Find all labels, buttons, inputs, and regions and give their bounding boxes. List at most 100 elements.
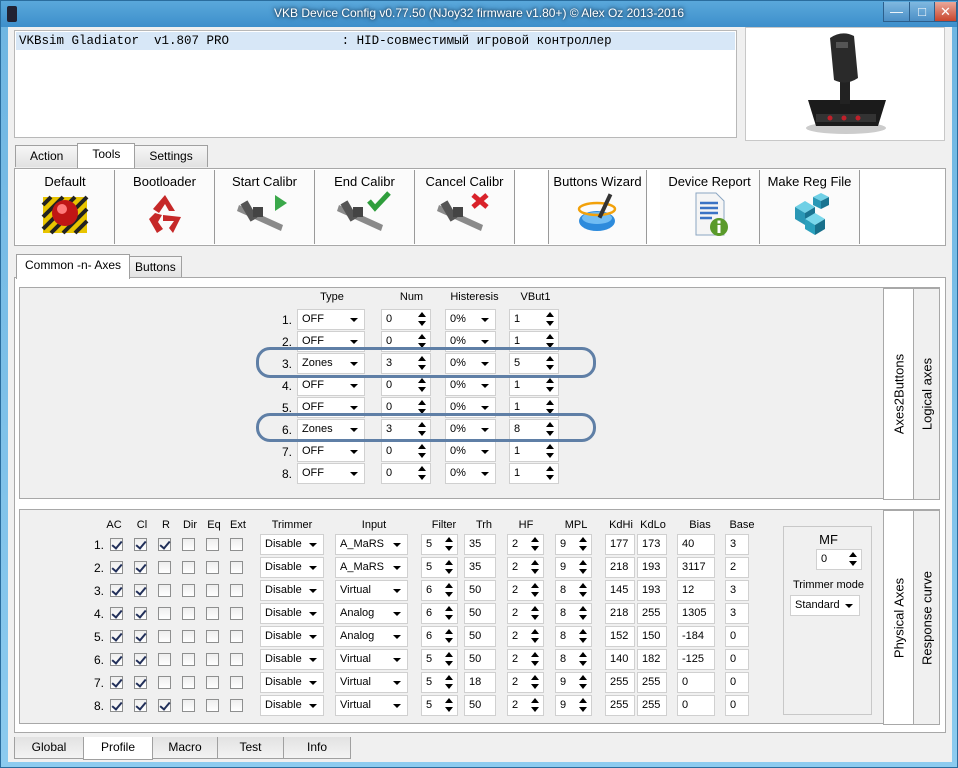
ext-checkbox[interactable]	[230, 676, 243, 689]
ac-checkbox[interactable]	[110, 676, 123, 689]
kdlo-field[interactable]: 193	[637, 580, 667, 601]
input-select[interactable]: A_MaRS	[335, 534, 408, 555]
cl-checkbox[interactable]	[134, 584, 147, 597]
mpl-spinner[interactable]: 9	[555, 695, 592, 716]
kdhi-field[interactable]: 177	[605, 534, 635, 555]
r-checkbox[interactable]	[158, 630, 171, 643]
vbut1-spinner[interactable]: 1	[509, 441, 559, 462]
hf-spinner[interactable]: 2	[507, 557, 544, 578]
num-spinner[interactable]: 0	[381, 309, 431, 330]
tab-settings[interactable]: Settings	[134, 145, 208, 167]
type-select[interactable]: OFF	[297, 463, 365, 484]
tab-tools[interactable]: Tools	[77, 143, 136, 168]
filter-spinner[interactable]: 5	[421, 534, 458, 555]
filter-spinner[interactable]: 5	[421, 649, 458, 670]
dir-checkbox[interactable]	[182, 607, 195, 620]
input-select[interactable]: Analog	[335, 603, 408, 624]
ext-checkbox[interactable]	[230, 630, 243, 643]
kdlo-field[interactable]: 182	[637, 649, 667, 670]
tab-logical-axes[interactable]: Logical axes	[913, 288, 940, 500]
ac-checkbox[interactable]	[110, 538, 123, 551]
kdlo-field[interactable]: 150	[637, 626, 667, 647]
tab-test[interactable]: Test	[217, 737, 284, 759]
maximize-button[interactable]: □	[909, 2, 935, 22]
ext-checkbox[interactable]	[230, 699, 243, 712]
filter-spinner[interactable]: 5	[421, 695, 458, 716]
input-select[interactable]: Analog	[335, 626, 408, 647]
cl-checkbox[interactable]	[134, 561, 147, 574]
tab-profile[interactable]: Profile	[83, 737, 153, 760]
tab-axes2buttons[interactable]: Axes2Buttons	[883, 288, 914, 500]
trimmer-select[interactable]: Disable	[260, 534, 324, 555]
tab-action[interactable]: Action	[15, 145, 79, 167]
histeresis-select[interactable]: 0%	[445, 375, 496, 396]
bias-field[interactable]: 40	[677, 534, 715, 555]
r-checkbox[interactable]	[158, 584, 171, 597]
cl-checkbox[interactable]	[134, 653, 147, 666]
tab-response-curve[interactable]: Response curve	[913, 510, 940, 725]
kdhi-field[interactable]: 218	[605, 557, 635, 578]
ac-checkbox[interactable]	[110, 653, 123, 666]
trimmer-select[interactable]: Disable	[260, 695, 324, 716]
hf-spinner[interactable]: 2	[507, 580, 544, 601]
trimmer-mode-select[interactable]: Standard	[790, 595, 860, 616]
ext-checkbox[interactable]	[230, 607, 243, 620]
trimmer-select[interactable]: Disable	[260, 649, 324, 670]
histeresis-select[interactable]: 0%	[445, 309, 496, 330]
dir-checkbox[interactable]	[182, 630, 195, 643]
trimmer-select[interactable]: Disable	[260, 672, 324, 693]
trimmer-select[interactable]: Disable	[260, 603, 324, 624]
trimmer-select[interactable]: Disable	[260, 557, 324, 578]
eq-checkbox[interactable]	[206, 538, 219, 551]
histeresis-select[interactable]: 0%	[445, 441, 496, 462]
ac-checkbox[interactable]	[110, 630, 123, 643]
device-report-button[interactable]: Device Report	[660, 170, 760, 244]
trh-field[interactable]: 50	[464, 626, 496, 647]
close-button[interactable]: ✕	[934, 2, 957, 22]
vbut1-spinner[interactable]: 1	[509, 309, 559, 330]
r-checkbox[interactable]	[158, 561, 171, 574]
mpl-spinner[interactable]: 8	[555, 649, 592, 670]
base-field[interactable]: 3	[725, 603, 749, 624]
bias-field[interactable]: 1305	[677, 603, 715, 624]
kdlo-field[interactable]: 193	[637, 557, 667, 578]
trh-field[interactable]: 50	[464, 580, 496, 601]
ext-checkbox[interactable]	[230, 584, 243, 597]
histeresis-select[interactable]: 0%	[445, 463, 496, 484]
trh-field[interactable]: 50	[464, 695, 496, 716]
trh-field[interactable]: 50	[464, 649, 496, 670]
bias-field[interactable]: -184	[677, 626, 715, 647]
kdhi-field[interactable]: 255	[605, 672, 635, 693]
kdhi-field[interactable]: 255	[605, 695, 635, 716]
mpl-spinner[interactable]: 9	[555, 557, 592, 578]
buttons-wizard-button[interactable]: Buttons Wizard	[548, 170, 647, 244]
dir-checkbox[interactable]	[182, 561, 195, 574]
hf-spinner[interactable]: 2	[507, 534, 544, 555]
base-field[interactable]: 3	[725, 534, 749, 555]
input-select[interactable]: A_MaRS	[335, 557, 408, 578]
mpl-spinner[interactable]: 8	[555, 626, 592, 647]
kdhi-field[interactable]: 152	[605, 626, 635, 647]
ac-checkbox[interactable]	[110, 699, 123, 712]
eq-checkbox[interactable]	[206, 676, 219, 689]
device-list[interactable]: VKBsim Gladiator v1.807 PRO : HID-совмес…	[14, 30, 737, 138]
filter-spinner[interactable]: 5	[421, 557, 458, 578]
eq-checkbox[interactable]	[206, 561, 219, 574]
ext-checkbox[interactable]	[230, 561, 243, 574]
eq-checkbox[interactable]	[206, 607, 219, 620]
kdlo-field[interactable]: 255	[637, 695, 667, 716]
trimmer-select[interactable]: Disable	[260, 626, 324, 647]
input-select[interactable]: Virtual	[335, 580, 408, 601]
cl-checkbox[interactable]	[134, 676, 147, 689]
type-select[interactable]: OFF	[297, 375, 365, 396]
tab-macro[interactable]: Macro	[152, 737, 218, 759]
minimize-button[interactable]: —	[883, 2, 910, 22]
trh-field[interactable]: 35	[464, 557, 496, 578]
kdlo-field[interactable]: 255	[637, 603, 667, 624]
num-spinner[interactable]: 0	[381, 441, 431, 462]
title-bar[interactable]: VKB Device Config v0.77.50 (NJoy32 firmw…	[1, 1, 957, 27]
base-field[interactable]: 2	[725, 557, 749, 578]
kdlo-field[interactable]: 173	[637, 534, 667, 555]
mpl-spinner[interactable]: 9	[555, 534, 592, 555]
type-select[interactable]: OFF	[297, 309, 365, 330]
